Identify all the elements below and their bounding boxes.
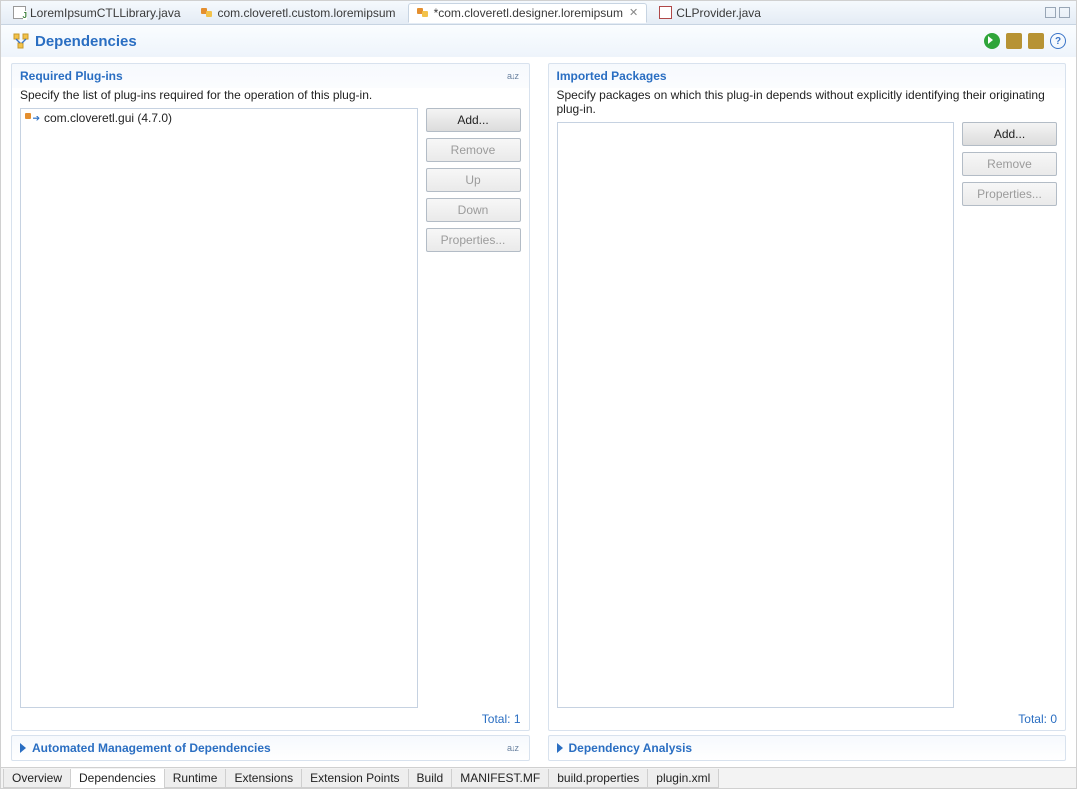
run-icon[interactable] <box>984 33 1000 49</box>
list-item-label: com.cloveretl.gui (4.7.0) <box>44 111 172 125</box>
required-plugins-list[interactable]: com.cloveretl.gui (4.7.0) <box>20 108 418 708</box>
sort-alpha-icon[interactable] <box>505 740 521 756</box>
form-page-tabs: Overview Dependencies Runtime Extensions… <box>1 767 1076 788</box>
remove-button: Remove <box>426 138 521 162</box>
expand-icon <box>20 743 26 753</box>
page-tab-plugin-xml[interactable]: plugin.xml <box>647 769 719 788</box>
automated-dependencies-section[interactable]: Automated Management of Dependencies <box>11 735 530 761</box>
export-icon[interactable] <box>1006 33 1022 49</box>
imported-packages-list[interactable] <box>557 122 955 708</box>
page-tab-manifest[interactable]: MANIFEST.MF <box>451 769 549 788</box>
page-tab-dependencies[interactable]: Dependencies <box>70 769 165 788</box>
total-label: Total: 1 <box>12 708 529 730</box>
editor-tab[interactable]: com.cloveretl.custom.loremipsum <box>193 3 404 23</box>
add-button[interactable]: Add... <box>426 108 521 132</box>
form-header: Dependencies ? <box>1 25 1076 57</box>
section-description: Specify the list of plug-ins required fo… <box>12 88 529 108</box>
section-title: Imported Packages <box>557 69 667 83</box>
maximize-view-button[interactable] <box>1059 7 1070 18</box>
editor-tab[interactable]: CLProvider.java <box>651 3 769 23</box>
page-tab-overview[interactable]: Overview <box>3 769 71 788</box>
editor-tab[interactable]: *com.cloveretl.designer.loremipsum ✕ <box>408 3 648 23</box>
add-button[interactable]: Add... <box>962 122 1057 146</box>
dependency-analysis-section[interactable]: Dependency Analysis <box>548 735 1067 761</box>
up-button: Up <box>426 168 521 192</box>
section-description: Specify packages on which this plug-in d… <box>549 88 1066 122</box>
editor-tab[interactable]: LoremIpsumCTLLibrary.java <box>5 3 189 23</box>
imported-packages-section: Imported Packages Specify packages on wh… <box>548 63 1067 731</box>
help-icon[interactable]: ? <box>1050 33 1066 49</box>
organize-icon[interactable] <box>1028 33 1044 49</box>
remove-button: Remove <box>962 152 1057 176</box>
page-tab-extensions[interactable]: Extensions <box>225 769 302 788</box>
plugin-dep-icon <box>25 111 39 125</box>
total-label: Total: 0 <box>549 708 1066 730</box>
plugin-file-icon <box>201 6 214 19</box>
editor-tab-label: LoremIpsumCTLLibrary.java <box>30 6 181 20</box>
down-button: Down <box>426 198 521 222</box>
expand-icon <box>557 743 563 753</box>
close-icon[interactable]: ✕ <box>629 6 638 19</box>
editor-tab-label: *com.cloveretl.designer.loremipsum <box>434 6 623 20</box>
properties-button: Properties... <box>426 228 521 252</box>
editor-tab-bar: LoremIpsumCTLLibrary.java com.cloveretl.… <box>1 1 1076 25</box>
dependencies-icon <box>13 33 29 49</box>
page-tab-build[interactable]: Build <box>408 769 453 788</box>
section-title: Dependency Analysis <box>569 741 693 755</box>
page-title: Dependencies <box>35 33 137 50</box>
page-tab-runtime[interactable]: Runtime <box>164 769 227 788</box>
page-tab-build-properties[interactable]: build.properties <box>548 769 648 788</box>
section-title: Automated Management of Dependencies <box>32 741 271 755</box>
java-file-icon <box>13 6 26 19</box>
page-tab-extension-points[interactable]: Extension Points <box>301 769 408 788</box>
java-file-icon <box>659 6 672 19</box>
plugin-file-icon <box>417 6 430 19</box>
view-buttons <box>1045 7 1070 18</box>
sort-alpha-icon[interactable] <box>505 68 521 84</box>
editor-tab-label: com.cloveretl.custom.loremipsum <box>218 6 396 20</box>
editor-tab-label: CLProvider.java <box>676 6 761 20</box>
list-item[interactable]: com.cloveretl.gui (4.7.0) <box>21 109 417 127</box>
section-title: Required Plug-ins <box>20 69 123 83</box>
required-plugins-section: Required Plug-ins Specify the list of pl… <box>11 63 530 731</box>
minimize-view-button[interactable] <box>1045 7 1056 18</box>
properties-button: Properties... <box>962 182 1057 206</box>
